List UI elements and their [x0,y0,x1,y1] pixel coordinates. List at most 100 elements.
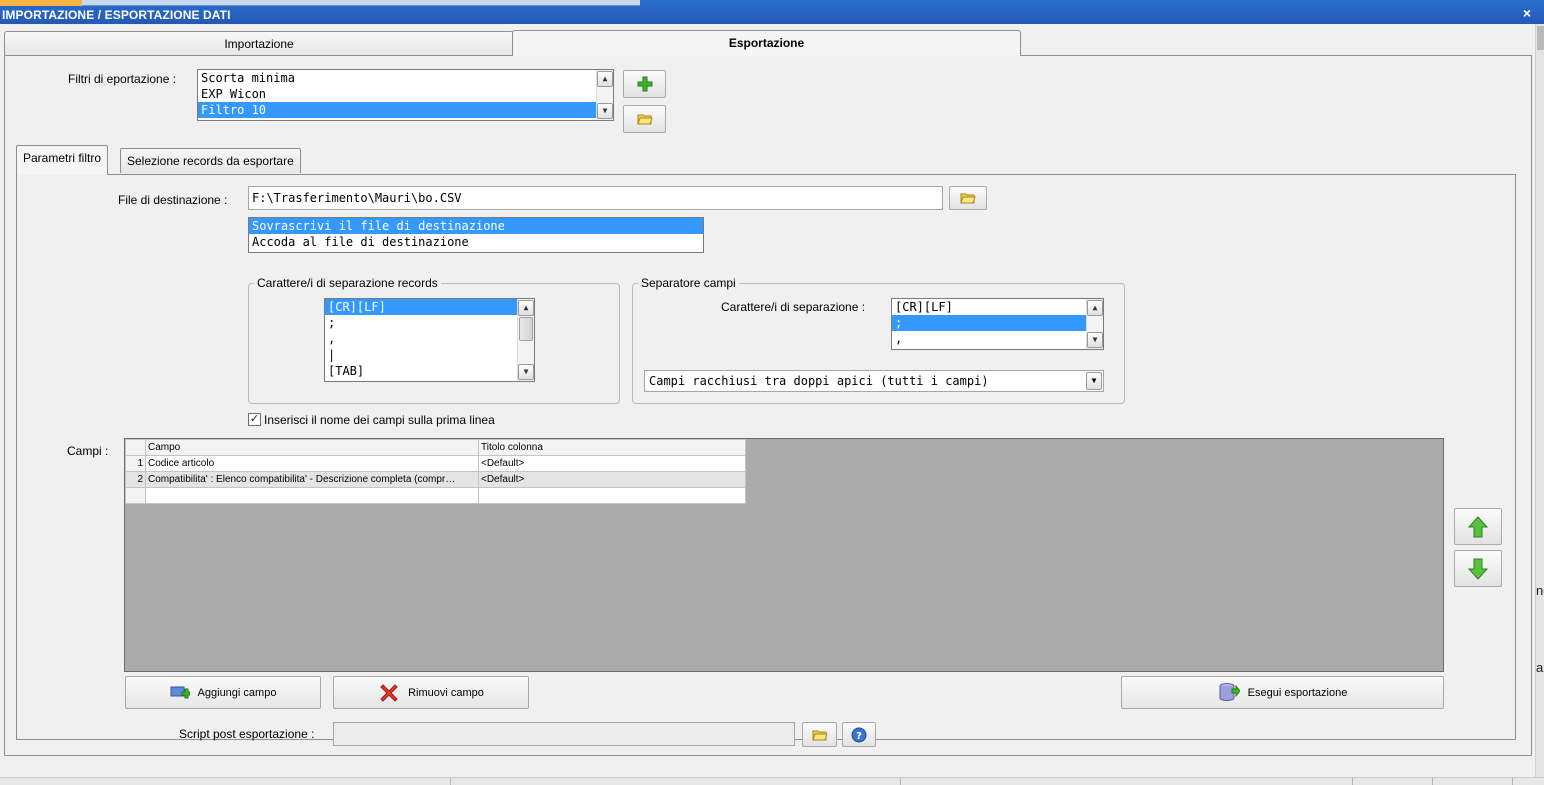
scroll-down-icon[interactable]: ▼ [1087,332,1103,348]
filter-item[interactable]: EXP Wicon [198,86,613,102]
status-separator [1432,778,1433,785]
filter-item-selected[interactable]: Filtro 10 [198,102,596,118]
script-help-button[interactable]: ? [842,722,876,747]
record-sep-item[interactable]: ; [325,315,534,331]
header-checkbox[interactable]: ✓ [248,413,261,426]
move-up-button[interactable] [1454,508,1502,545]
quote-mode-value: Campi racchiusi tra doppi apici (tutti i… [649,374,989,388]
svg-text:?: ? [856,731,862,742]
filters-label: Filtri di eportazione : [68,72,177,86]
scroll-down-icon[interactable]: ▼ [518,364,534,380]
scroll-up-icon[interactable]: ▲ [518,300,534,316]
destination-label: File di destinazione : [118,193,228,207]
filters-scrollbar[interactable]: ▲ ▼ [596,70,613,120]
scroll-down-icon[interactable]: ▼ [597,103,613,119]
scroll-up-icon[interactable]: ▲ [597,71,613,87]
destination-file-input[interactable]: F:\Trasferimento\Mauri\bo.CSV [248,186,943,210]
add-field-icon [170,686,190,698]
status-separator [1512,778,1513,785]
folder-icon [960,193,976,204]
tab-selezione-records[interactable]: Selezione records da esportare [120,148,301,173]
cell-titolo[interactable]: <Default> [478,455,746,472]
record-sep-item[interactable]: [TAB] [325,363,534,379]
plus-icon [637,76,652,92]
write-mode-append[interactable]: Accoda al file di destinazione [249,234,703,250]
column-header-campo[interactable]: Campo [145,439,479,456]
table-row-new[interactable] [125,487,746,504]
table-row[interactable]: 1 Codice articolo <Default> [125,455,746,472]
row-number: 1 [125,455,146,472]
run-export-button[interactable]: Esegui esportazione [1121,676,1444,709]
scroll-up-icon[interactable]: ▲ [1087,300,1103,316]
close-icon[interactable]: × [1520,6,1534,20]
cell-titolo[interactable]: <Default> [478,471,746,488]
page-scrollbar-thumb[interactable] [1537,26,1544,50]
chevron-down-icon[interactable]: ▼ [1086,372,1102,390]
folder-icon [636,114,653,125]
status-separator [450,778,451,785]
tab-esportazione[interactable]: Esportazione [512,30,1021,56]
help-icon: ? [851,727,867,742]
status-bar [0,777,1544,785]
field-sep-scrollbar[interactable]: ▲ ▼ [1086,299,1103,349]
cell-campo[interactable]: Codice articolo [145,455,479,472]
fields-label: Campi : [67,444,109,458]
fields-table: Campo Titolo colonna 1 Codice articolo <… [125,439,746,504]
status-separator [900,778,901,785]
field-separator-title: Separatore campi [638,276,739,290]
remove-field-button[interactable]: Rimuovi campo [333,676,529,709]
field-sep-item-selected[interactable]: ; [892,315,1086,331]
write-mode-overwrite[interactable]: Sovrascrivi il file di destinazione [249,218,703,234]
filters-listbox[interactable]: Scorta minima EXP Wicon Filtro 10 ▲ ▼ [197,69,614,121]
header-checkbox-label: Inserisci il nome dei campi sulla prima … [264,413,495,427]
field-sep-item[interactable]: , [892,331,1103,347]
row-number-header [125,439,146,456]
add-field-button[interactable]: Aggiungi campo [125,676,321,709]
arrow-up-icon [1468,515,1488,537]
field-separator-listbox[interactable]: [CR][LF] ; , ▲ ▼ [891,298,1104,350]
record-sep-item[interactable]: , [325,331,534,347]
browse-script-button[interactable] [802,722,837,747]
script-label: Script post esportazione : [179,727,315,741]
run-export-label: Esegui esportazione [1247,686,1348,699]
record-sep-scrollbar[interactable]: ▲ ▼ [517,299,534,381]
tab-importazione[interactable]: Importazione [4,31,514,56]
delete-x-icon [380,683,398,702]
cell-titolo[interactable] [478,487,746,504]
database-export-icon [1219,682,1240,701]
scroll-thumb[interactable] [519,317,533,341]
filter-item[interactable]: Scorta minima [198,70,613,86]
field-separator-label: Carattere/i di separazione : [721,300,866,314]
browse-destination-button[interactable] [949,186,987,210]
clipped-side-text-2: a [1536,660,1544,675]
cell-campo[interactable] [145,487,479,504]
window-title-bar: IMPORTAZIONE / ESPORTAZIONE DATI × [0,0,1544,24]
open-filter-button[interactable] [623,105,666,133]
cell-campo[interactable]: Compatibilita' : Elenco compatibilita' -… [145,471,479,488]
move-down-button[interactable] [1454,550,1502,587]
quote-mode-select[interactable]: Campi racchiusi tra doppi apici (tutti i… [644,370,1104,392]
record-separator-listbox[interactable]: [CR][LF] ; , | [TAB] ▲ ▼ [324,298,535,382]
record-sep-item[interactable]: | [325,347,534,363]
arrow-down-icon [1468,558,1488,580]
table-row[interactable]: 2 Compatibilita' : Elenco compatibilita'… [125,471,746,488]
add-filter-button[interactable] [623,70,666,98]
table-header-row: Campo Titolo colonna [125,439,746,456]
clipped-side-text-1: ne [1536,583,1544,598]
write-mode-listbox[interactable]: Sovrascrivi il file di destinazione Acco… [248,217,704,253]
top-tab-active-marker [0,0,82,6]
fields-grid[interactable]: Campo Titolo colonna 1 Codice articolo <… [124,438,1444,672]
top-tab-strip [0,0,640,6]
field-sep-item[interactable]: [CR][LF] [892,299,1103,315]
row-number: 2 [125,471,146,488]
folder-icon [811,730,828,740]
column-header-titolo[interactable]: Titolo colonna [478,439,746,456]
script-input[interactable] [333,722,795,746]
window-title: IMPORTAZIONE / ESPORTAZIONE DATI [2,8,231,22]
record-separator-title: Carattere/i di separazione records [254,276,441,290]
remove-field-label: Rimuovi campo [408,686,484,699]
tab-parametri-filtro[interactable]: Parametri filtro [16,145,109,175]
record-sep-item[interactable]: [CR][LF] [325,299,517,315]
row-number [125,487,146,504]
status-separator [1352,778,1353,785]
